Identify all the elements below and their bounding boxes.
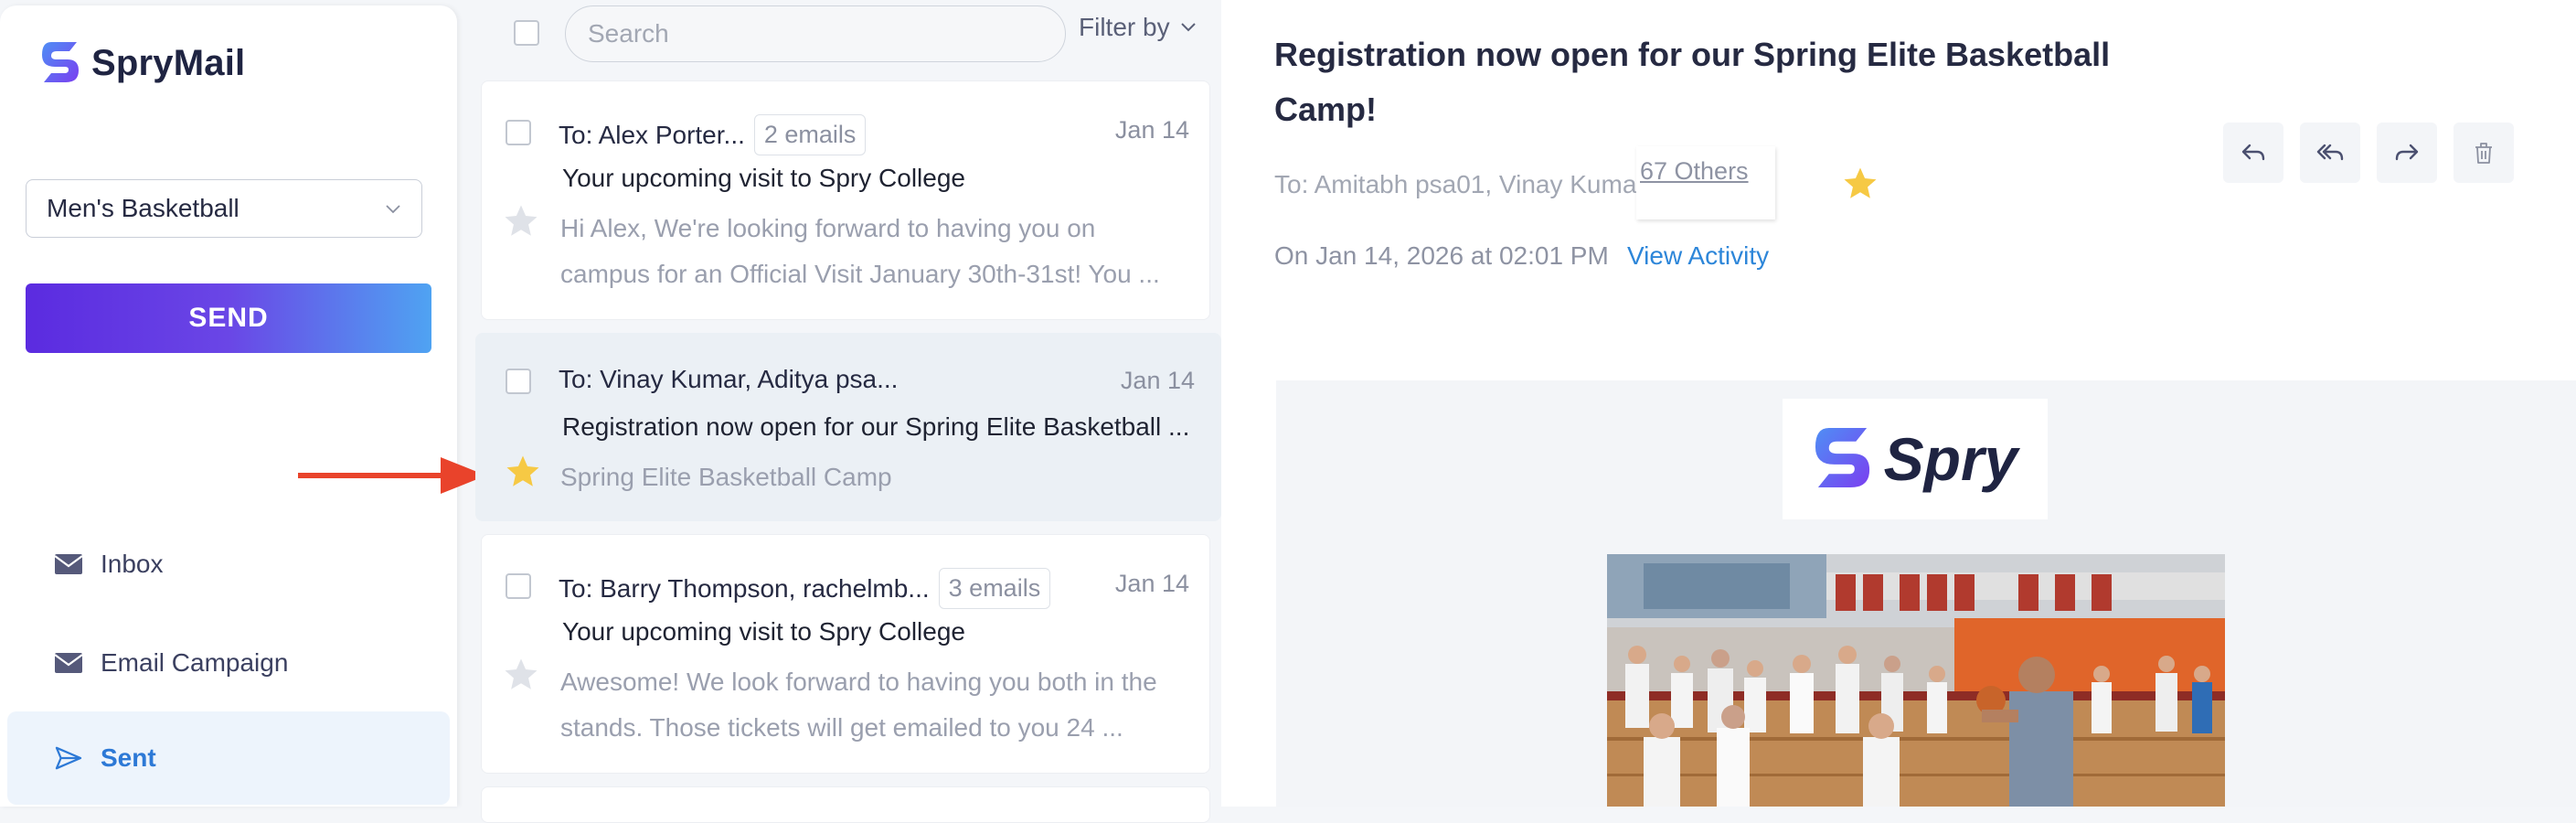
email-date: Jan 14	[1114, 116, 1189, 144]
email-preview: Awesome! We look forward to having you b…	[560, 668, 1157, 742]
email-recipients: To: Barry Thompson, rachelmb...	[559, 573, 930, 603]
app-name: SpryMail	[91, 42, 246, 83]
email-checkbox[interactable]	[506, 369, 531, 394]
email-preview: Hi Alex, We're looking forward to having…	[560, 214, 1160, 288]
send-button[interactable]: SEND	[26, 283, 431, 353]
reply-all-button[interactable]	[2300, 123, 2360, 183]
delete-button[interactable]	[2454, 123, 2514, 183]
spry-logo-icon	[42, 42, 79, 82]
email-list-item[interactable]: To: Alex Porter... 2 emails Jan 14 Your …	[481, 80, 1210, 320]
email-checkbox[interactable]	[506, 573, 531, 599]
select-all-checkbox[interactable]	[514, 20, 539, 46]
annotation-arrow-icon	[298, 457, 486, 494]
email-subject: Your upcoming visit to Spry College	[562, 617, 965, 646]
email-list-item-selected[interactable]: To: Vinay Kumar, Aditya psa... Jan 14 Re…	[475, 333, 1221, 521]
app-logo[interactable]: SpryMail	[40, 40, 245, 86]
star-icon[interactable]	[502, 656, 540, 694]
email-date: Jan 14	[1120, 367, 1195, 394]
email-recipients: To: Alex Porter...	[559, 120, 745, 149]
email-recipients-row: To: Alex Porter... 2 emails	[559, 114, 867, 155]
nav-item-label: Email Campaign	[101, 648, 289, 677]
star-icon[interactable]	[502, 202, 540, 240]
email-list-item[interactable]: To: Barry Thompson, rachelmb... 3 emails…	[481, 534, 1210, 774]
spry-logo-icon	[1815, 428, 1869, 488]
forward-button[interactable]	[2377, 123, 2437, 183]
hero-image	[1607, 554, 2225, 807]
filter-label: Filter by	[1079, 13, 1170, 41]
brand-name: Spry	[1883, 425, 2018, 493]
trash-icon	[2475, 143, 2492, 164]
star-icon[interactable]	[1841, 165, 1879, 203]
email-body: Spry	[1276, 380, 2576, 807]
view-activity-link[interactable]: View Activity	[1627, 241, 1769, 271]
email-checkbox[interactable]	[506, 120, 531, 145]
filter-dropdown[interactable]: Filter by	[1079, 13, 1198, 42]
reply-icon	[2241, 144, 2265, 161]
chevron-down-icon	[1180, 23, 1196, 32]
nav-item-label: Sent	[101, 743, 156, 772]
email-preview: Spring Elite Basketball Camp	[560, 463, 892, 491]
reply-button[interactable]	[2223, 123, 2283, 183]
reading-pane: Registration now open for our Spring Eli…	[1221, 0, 2576, 807]
star-icon[interactable]	[504, 453, 542, 491]
reply-all-icon	[2316, 144, 2344, 161]
email-count-badge: 3 emails	[938, 568, 1051, 609]
email-recipients-row: To: Vinay Kumar, Aditya psa...	[559, 365, 898, 394]
others-link[interactable]: 67 Others	[1640, 157, 1749, 186]
email-title: Registration now open for our Spring Eli…	[1274, 36, 2111, 128]
nav-item-label: Inbox	[101, 550, 164, 578]
email-list-item[interactable]	[481, 786, 1210, 823]
nav-item-sent[interactable]: Sent	[7, 711, 450, 805]
envelope-icon	[54, 554, 83, 574]
sidebar: SpryMail Men's Basketball SEND Inbox Ema…	[0, 5, 457, 807]
envelope-icon	[54, 653, 83, 673]
forward-icon	[2395, 144, 2419, 161]
team-select[interactable]: Men's Basketball	[26, 179, 422, 238]
paper-plane-icon	[55, 746, 82, 770]
email-subject: Your upcoming visit to Spry College	[562, 164, 965, 192]
brand-logo: Spry	[1783, 399, 2048, 519]
email-recipients: To: Amitabh psa01, Vinay Kumar &	[1274, 170, 1670, 198]
email-count-badge: 2 emails	[753, 114, 867, 155]
nav-item-inbox[interactable]: Inbox	[7, 518, 450, 611]
chevron-down-icon	[386, 205, 400, 214]
team-select-value: Men's Basketball	[47, 194, 240, 222]
basketball-camp-photo	[1607, 554, 2225, 807]
email-sent-date: On Jan 14, 2026 at 02:01 PM	[1274, 241, 1609, 270]
email-date: Jan 14	[1114, 570, 1189, 597]
email-recipients: To: Vinay Kumar, Aditya psa...	[559, 365, 899, 393]
list-toolbar: Filter by	[457, 0, 1221, 75]
nav-item-email-campaign[interactable]: Email Campaign	[7, 616, 450, 710]
email-subject: Registration now open for our Spring Eli…	[562, 412, 1190, 441]
email-recipients-row: To: Barry Thompson, rachelmb... 3 emails	[559, 568, 1051, 609]
search-input[interactable]	[565, 5, 1066, 62]
